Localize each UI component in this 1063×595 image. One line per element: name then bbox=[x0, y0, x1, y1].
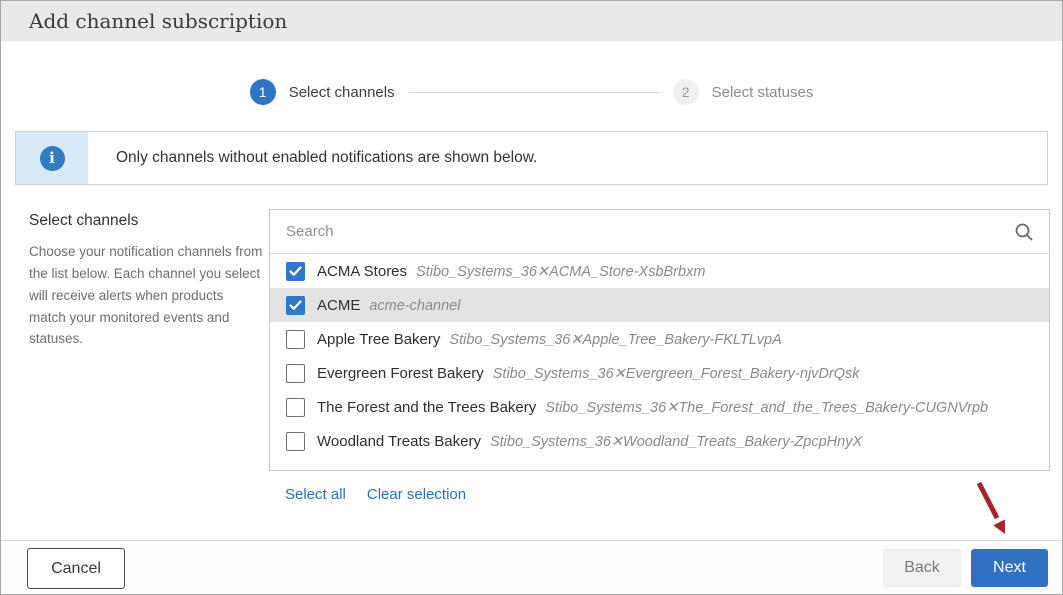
select-channels-description: Choose your notification channels from t… bbox=[29, 241, 263, 350]
channel-row[interactable]: Apple Tree Bakery Stibo_Systems_36✕Apple… bbox=[270, 322, 1049, 356]
info-banner-icon-area: i bbox=[16, 132, 88, 184]
channel-label: Apple Tree Bakery Stibo_Systems_36✕Apple… bbox=[317, 331, 782, 348]
search-icon[interactable] bbox=[1014, 222, 1034, 242]
annotation-arrow bbox=[961, 471, 1031, 543]
channel-id: Stibo_Systems_36✕Apple_Tree_Bakery-FKLTL… bbox=[449, 332, 781, 348]
search-input[interactable] bbox=[286, 223, 1014, 240]
step-2-circle: 2 bbox=[673, 79, 699, 105]
channel-row[interactable]: ACMA Stores Stibo_Systems_36✕ACMA_Store-… bbox=[270, 254, 1049, 288]
channel-name: The Forest and the Trees Bakery bbox=[317, 399, 536, 416]
channel-checkbox[interactable] bbox=[286, 364, 305, 383]
channel-id: Stibo_Systems_36✕Woodland_Treats_Bakery-… bbox=[490, 434, 862, 450]
info-banner: i Only channels without enabled notifica… bbox=[15, 131, 1048, 185]
channel-row[interactable]: The Forest and the Trees Bakery Stibo_Sy… bbox=[270, 390, 1049, 424]
info-icon: i bbox=[40, 146, 65, 171]
channel-name: Woodland Treats Bakery bbox=[317, 433, 481, 450]
step-1-label: Select channels bbox=[289, 84, 395, 101]
select-channels-heading: Select channels bbox=[29, 212, 263, 230]
channel-search-row bbox=[270, 210, 1049, 254]
channel-label: Evergreen Forest Bakery Stibo_Systems_36… bbox=[317, 365, 860, 382]
channel-label: Woodland Treats Bakery Stibo_Systems_36✕… bbox=[317, 433, 862, 450]
channel-list-panel: ACMA Stores Stibo_Systems_36✕ACMA_Store-… bbox=[269, 209, 1050, 471]
step-1-circle: 1 bbox=[250, 79, 276, 105]
clear-selection-link[interactable]: Clear selection bbox=[367, 486, 466, 503]
channel-list: ACMA Stores Stibo_Systems_36✕ACMA_Store-… bbox=[270, 254, 1049, 458]
info-banner-text: Only channels without enabled notificati… bbox=[88, 149, 537, 167]
dialog-title: Add channel subscription bbox=[1, 1, 1062, 42]
step-select-statuses[interactable]: 2 Select statuses bbox=[673, 79, 814, 105]
channel-name: Apple Tree Bakery bbox=[317, 331, 440, 348]
channel-id: Stibo_Systems_36✕ACMA_Store-XsbBrbxm bbox=[416, 264, 705, 280]
channel-checkbox[interactable] bbox=[286, 330, 305, 349]
dialog-footer: Cancel Back Next bbox=[1, 540, 1062, 594]
step-2-label: Select statuses bbox=[712, 84, 814, 101]
next-button[interactable]: Next bbox=[971, 549, 1048, 587]
channel-row[interactable]: ACME acme-channel bbox=[270, 288, 1049, 322]
channel-checkbox[interactable] bbox=[286, 296, 305, 315]
channel-row[interactable]: Evergreen Forest Bakery Stibo_Systems_36… bbox=[270, 356, 1049, 390]
channel-name: Evergreen Forest Bakery bbox=[317, 365, 484, 382]
channel-name: ACME bbox=[317, 297, 360, 314]
stepper-connector-line bbox=[409, 92, 659, 93]
channel-name: ACMA Stores bbox=[317, 263, 407, 280]
select-all-link[interactable]: Select all bbox=[285, 486, 346, 503]
select-channels-panel-intro: Select channels Choose your notification… bbox=[29, 212, 263, 350]
channel-id: Stibo_Systems_36✕The_Forest_and_the_Tree… bbox=[545, 400, 988, 416]
channel-label: ACMA Stores Stibo_Systems_36✕ACMA_Store-… bbox=[317, 263, 705, 280]
step-select-channels[interactable]: 1 Select channels bbox=[250, 79, 395, 105]
channel-checkbox[interactable] bbox=[286, 262, 305, 281]
selection-actions: Select all Clear selection bbox=[285, 486, 466, 503]
channel-row[interactable]: Woodland Treats Bakery Stibo_Systems_36✕… bbox=[270, 424, 1049, 458]
channel-label: The Forest and the Trees Bakery Stibo_Sy… bbox=[317, 399, 988, 416]
channel-label: ACME acme-channel bbox=[317, 297, 460, 314]
dialog-titlebar: Add channel subscription bbox=[1, 1, 1062, 41]
channel-id: Stibo_Systems_36✕Evergreen_Forest_Bakery… bbox=[493, 366, 860, 382]
cancel-button[interactable]: Cancel bbox=[27, 548, 125, 589]
add-channel-subscription-dialog: Add channel subscription 1 Select channe… bbox=[0, 0, 1063, 595]
channel-checkbox[interactable] bbox=[286, 398, 305, 417]
back-button[interactable]: Back bbox=[883, 549, 961, 587]
channel-checkbox[interactable] bbox=[286, 432, 305, 451]
wizard-stepper: 1 Select channels 2 Select statuses bbox=[1, 79, 1062, 105]
channel-id: acme-channel bbox=[369, 298, 460, 314]
